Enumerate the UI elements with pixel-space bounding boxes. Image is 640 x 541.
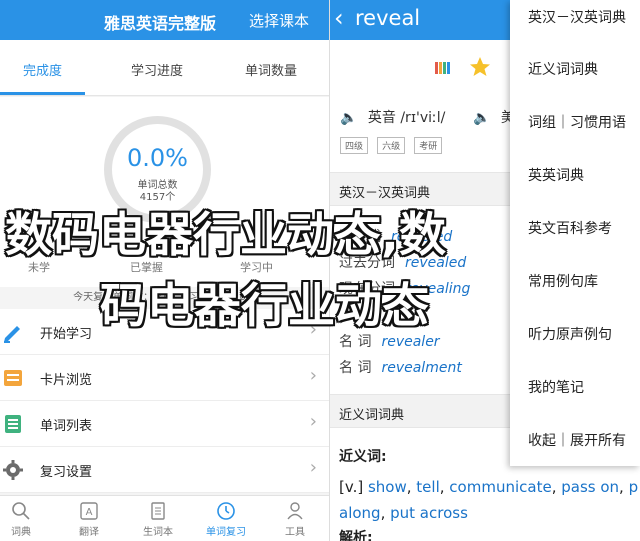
user-icon [287,502,303,520]
tab-progress[interactable]: 学习进度 [131,60,183,79]
synonym-link[interactable]: show [368,478,407,496]
speaker-icon[interactable]: 🔈 [473,110,490,126]
book-title: 雅思英语完整版 [104,14,217,33]
left-topbar: 雅思英语完整版 选择课本 [0,0,329,40]
nav-translate[interactable]: A 翻译 [62,496,116,538]
dictionary-dropdown: 英汉－汉英词典 近义词词典 词组｜习惯用语 英英词典 英文百科参考 常用例句库 … [510,0,640,466]
nav-vocabulary[interactable]: 生词本 [131,496,185,538]
synonym-link[interactable]: put across [390,504,468,522]
exam-tags: 四级 六级 考研 [340,134,446,154]
study-menu: 开始学习 › 卡片浏览 › 单词列表 › 复习设置 › [0,309,329,493]
synonym-link[interactable]: along [339,504,381,522]
select-book-button[interactable]: 选择课本 [249,10,309,31]
synonym-link[interactable]: tell [416,478,439,496]
clock-icon [217,502,235,520]
nav-tools[interactable]: 工具 [268,496,322,538]
search-icon [12,502,30,520]
watermark-line-2: 码电器行业动态 [100,279,429,334]
progress-percent: 0.0% [127,144,188,172]
back-arrow-icon[interactable]: ‹ [334,4,344,32]
gear-icon [3,460,23,480]
synonym-link[interactable]: communicate [449,478,551,496]
synonym-link[interactable]: pass on [561,478,619,496]
dropdown-item[interactable]: 英汉－汉英词典 [528,7,626,27]
chevron-right-icon: › [309,411,317,432]
dropdown-item[interactable]: 英英词典 [528,165,584,185]
left-panel: 雅思英语完整版 选择课本 完成度 学习进度 单词数量 0.0% 单词总数 415… [0,0,329,541]
watermark-line-1: 数码电器行业动态,数 [5,208,446,263]
menu-label: 卡片浏览 [40,373,93,388]
menu-label: 复习设置 [40,465,93,480]
synonym-title: 近义词: [339,449,387,465]
nav-dictionary[interactable]: 词典 [0,496,48,538]
menu-word-list[interactable]: 单词列表 › [0,401,329,447]
notebook-icon [151,502,165,520]
pencil-icon [4,326,20,343]
explanation-title: 解析: [339,530,373,541]
search-word[interactable]: reveal [355,6,420,30]
dropdown-item[interactable]: 我的笔记 [528,377,584,397]
dropdown-item[interactable]: 英文百科参考 [528,218,612,238]
progress-count: 4157个 [139,192,176,203]
phonetic-uk[interactable]: 🔈 英音 /rɪ'viːl/ [340,107,445,127]
form-row: 名 词 revealer [339,334,440,350]
nav-word-review[interactable]: 单词复习 [199,496,253,538]
progress-ring: 0.0% 单词总数 4157个 [104,116,211,223]
dropdown-item[interactable]: 听力原声例句 [528,324,612,344]
menu-review-settings[interactable]: 复习设置 › [0,447,329,493]
svg-text:A: A [86,507,93,518]
tag-postgrad: 考研 [414,137,443,154]
translate-icon: A [80,502,98,520]
active-tab-indicator [0,92,85,95]
list-icon [5,415,21,433]
menu-label: 单词列表 [40,419,93,434]
tag-cet6: 六级 [377,137,406,154]
tab-word-count[interactable]: 单词数量 [245,60,297,79]
chevron-right-icon: › [309,457,317,478]
dropdown-item[interactable]: 近义词词典 [528,59,598,79]
menu-card-browse[interactable]: 卡片浏览 › [0,355,329,401]
dropdown-item[interactable]: 常用例句库 [528,271,598,291]
tab-completion[interactable]: 完成度 [23,60,62,79]
bottom-nav: 词典 A 翻译 生词本 单词复习 工具 [0,495,329,541]
left-tabs: 完成度 学习进度 单词数量 [0,40,329,96]
menu-label: 开始学习 [40,327,93,342]
phonetic-us[interactable]: 🔈 美 [473,107,515,127]
form-row: 名 词 revealment [339,360,462,376]
synonym-list: [v.] show, tell, communicate, pass on, p… [339,478,639,522]
speaker-icon[interactable]: 🔈 [340,110,357,126]
frequency-icon[interactable] [435,59,451,75]
dropdown-item[interactable]: 收起｜展开所有 [528,430,626,450]
star-icon[interactable] [468,55,492,79]
chevron-right-icon: › [309,365,317,386]
dropdown-item[interactable]: 词组｜习惯用语 [528,112,626,132]
card-icon [4,370,22,386]
synonym-link[interactable]: p [629,478,639,496]
tag-cet4: 四级 [340,137,369,154]
